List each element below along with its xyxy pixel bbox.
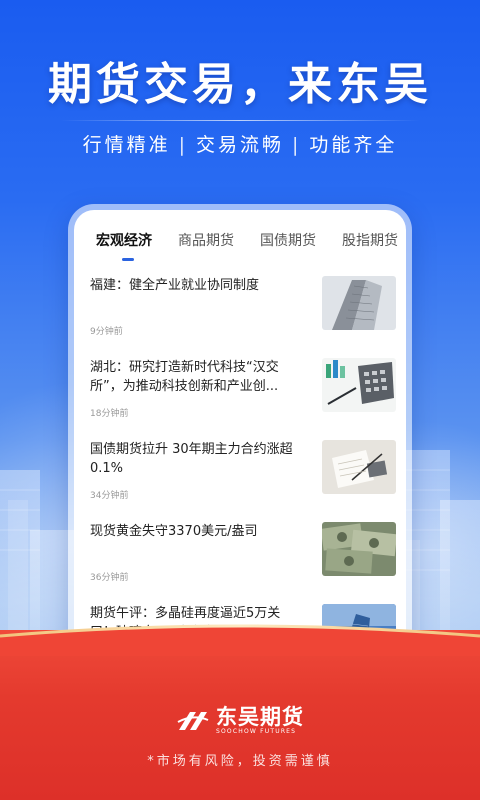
tagline-separator: |	[292, 134, 302, 156]
news-tabs: 宏观经济 商品期货 国债期货 股指期货	[90, 224, 406, 261]
brand-logo: 东吴期货 SOOCHOW FUTURES	[0, 706, 480, 736]
news-item[interactable]: 现货黄金失守3370美元/盎司 36分钟前	[90, 522, 396, 602]
news-item[interactable]: 国债期货拉升 30年期主力合约涨超0.1% 34分钟前	[90, 440, 396, 520]
news-time: 18分钟前	[90, 409, 129, 419]
tab-treasury-futures[interactable]: 国债期货	[260, 230, 316, 250]
tab-macro-economy[interactable]: 宏观经济	[96, 230, 152, 250]
news-time: 9分钟前	[90, 327, 123, 337]
app-screen: 宏观经济 商品期货 国债期货 股指期货 福建：健全产业就业协同制度 9分钟前 湖…	[74, 210, 406, 668]
brand-name: 东吴期货	[216, 705, 304, 729]
news-time: 34分钟前	[90, 491, 129, 501]
news-item[interactable]: 湖北：研究打造新时代科技“汉交所”，为推动科技创新和产业创... 18分钟前	[90, 358, 396, 438]
tab-index-futures[interactable]: 股指期货	[342, 230, 398, 250]
news-title: 福建：健全产业就业协同制度	[90, 278, 260, 293]
tagline-separator: |	[178, 134, 188, 156]
tab-commodity-futures[interactable]: 商品期货	[178, 230, 234, 250]
news-title: 国债期货拉升 30年期主力合约涨超0.1%	[90, 442, 293, 476]
tagline-part: 交易流畅	[195, 134, 284, 156]
tagline-part: 行情精准	[82, 134, 171, 156]
news-title: 现货黄金失守3370美元/盎司	[90, 524, 258, 539]
hero-tagline: 行情精准 | 交易流畅 | 功能齐全	[0, 130, 480, 157]
brand-subtitle: SOOCHOW FUTURES	[216, 728, 297, 735]
news-time: 36分钟前	[90, 573, 129, 583]
building-image	[322, 276, 396, 330]
risk-disclaimer: *市场有风险，投资需谨慎	[147, 754, 333, 769]
decorative-wave	[0, 624, 480, 656]
paperwork-image	[322, 440, 396, 494]
dollar-bills-image	[322, 522, 396, 576]
tagline-part: 功能齐全	[309, 134, 398, 156]
divider	[60, 120, 420, 121]
news-item[interactable]: 福建：健全产业就业协同制度 9分钟前	[90, 276, 396, 356]
soochow-logo-icon	[177, 712, 209, 730]
phone-mockup: 宏观经济 商品期货 国债期货 股指期货 福建：健全产业就业协同制度 9分钟前 湖…	[68, 204, 412, 674]
news-title: 湖北：研究打造新时代科技“汉交所”，为推动科技创新和产业创...	[90, 360, 279, 394]
hero-headline: 期货交易，来东吴	[48, 59, 432, 110]
calculator-chart-image	[322, 358, 396, 412]
active-tab-indicator	[122, 258, 134, 261]
